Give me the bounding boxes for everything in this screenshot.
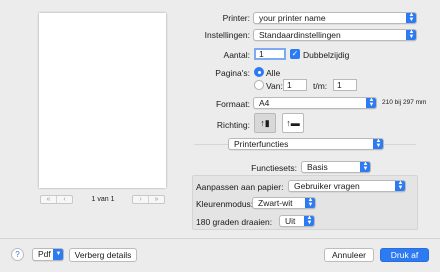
print-button[interactable]: Druk af (380, 248, 429, 262)
section-select[interactable]: Printerfuncties ▲ ▼ (228, 138, 384, 150)
chevron-updown-icon: ▲ ▼ (305, 198, 315, 208)
presets-label: Instellingen: (204, 30, 250, 40)
paper-size-value: A4 (259, 98, 270, 108)
color-mode-value: Zwart-wit (258, 198, 293, 208)
printer-value: your printer name (259, 13, 326, 23)
paper-size-select[interactable]: A4 ▲ ▼ (253, 97, 377, 109)
pages-all-radio[interactable] (254, 67, 264, 77)
chevron-down-icon: ▼ (53, 249, 63, 260)
chevron-updown-icon: ▲ ▼ (406, 30, 416, 40)
pages-to-label: t/m: (313, 81, 328, 91)
color-mode-label: Kleurenmodus: (196, 199, 254, 209)
paper-dimensions: 210 bij 297 mm (382, 99, 427, 106)
pages-to-field[interactable]: 1 (333, 79, 357, 91)
landscape-icon: ↑▬ (286, 118, 300, 128)
previous-page-icon[interactable]: ‹ (56, 196, 72, 203)
fit-to-paper-label: Aanpassen aan papier: (196, 182, 284, 192)
portrait-orientation-button[interactable]: ↑▮ (254, 113, 276, 133)
pages-all-label: Alle (266, 68, 281, 78)
footer-divider (0, 238, 440, 239)
cancel-button[interactable]: Annuleer (324, 248, 374, 262)
copies-field[interactable]: 1 (254, 48, 286, 60)
feature-sets-select[interactable]: Basis ▲ ▼ (301, 161, 371, 173)
preview-nav-forward[interactable]: › » (132, 195, 165, 204)
first-page-icon[interactable]: « (41, 196, 56, 203)
duplex-checkbox[interactable]: ✓ (290, 49, 300, 59)
fit-to-paper-select[interactable]: Gebruiker vragen ▲ ▼ (288, 180, 406, 192)
chevron-updown-icon: ▲ ▼ (366, 98, 376, 108)
portrait-icon: ↑▮ (260, 118, 270, 128)
next-page-icon[interactable]: › (133, 196, 148, 203)
printer-select[interactable]: your printer name ▲ ▼ (253, 12, 417, 24)
feature-sets-value: Basis (307, 162, 328, 172)
landscape-orientation-button[interactable]: ↑▬ (282, 113, 304, 133)
presets-select[interactable]: Standaardinstellingen ▲ ▼ (253, 29, 417, 41)
fit-to-paper-value: Gebruiker vragen (294, 181, 360, 191)
duplex-label: Dubbelzijdig (303, 50, 350, 60)
chevron-updown-icon: ▲ ▼ (373, 139, 383, 149)
help-icon: ? (15, 250, 20, 259)
page-indicator: 1 van 1 (91, 196, 115, 203)
pages-range-radio[interactable] (254, 80, 264, 90)
help-button[interactable]: ? (11, 248, 24, 261)
chevron-updown-icon: ▲ ▼ (395, 181, 405, 191)
print-preview-page (39, 13, 166, 188)
feature-sets-label: Functiesets: (251, 163, 297, 173)
copies-label: Aantal: (223, 50, 250, 60)
orientation-label: Richting: (216, 120, 250, 130)
pages-from-field[interactable]: 1 (283, 79, 307, 91)
chevron-updown-icon: ▲ ▼ (360, 162, 370, 172)
paper-size-label: Formaat: (215, 99, 250, 109)
pages-label: Pagina's: (215, 68, 250, 78)
options-panel: Aanpassen aan papier: Gebruiker vragen ▲… (192, 175, 418, 230)
chevron-updown-icon: ▲ ▼ (304, 216, 314, 226)
rotate-select[interactable]: Uit ▲ ▼ (279, 215, 315, 227)
color-mode-select[interactable]: Zwart-wit ▲ ▼ (252, 197, 316, 209)
rotate-label: 180 graden draaien: (196, 217, 273, 227)
chevron-updown-icon: ▲ ▼ (406, 13, 416, 23)
presets-value: Standaardinstellingen (259, 30, 341, 40)
pdf-menu-button[interactable]: Pdf ▼ (32, 248, 64, 261)
preview-nav-back[interactable]: « ‹ (40, 195, 73, 204)
printer-label: Printer: (222, 13, 250, 23)
pdf-label: Pdf (38, 249, 51, 259)
last-page-icon[interactable]: » (148, 196, 164, 203)
pages-from-label: Van: (266, 81, 283, 91)
section-value: Printerfuncties (234, 139, 289, 149)
hide-details-button[interactable]: Verberg details (69, 248, 137, 262)
rotate-value: Uit (285, 216, 296, 226)
